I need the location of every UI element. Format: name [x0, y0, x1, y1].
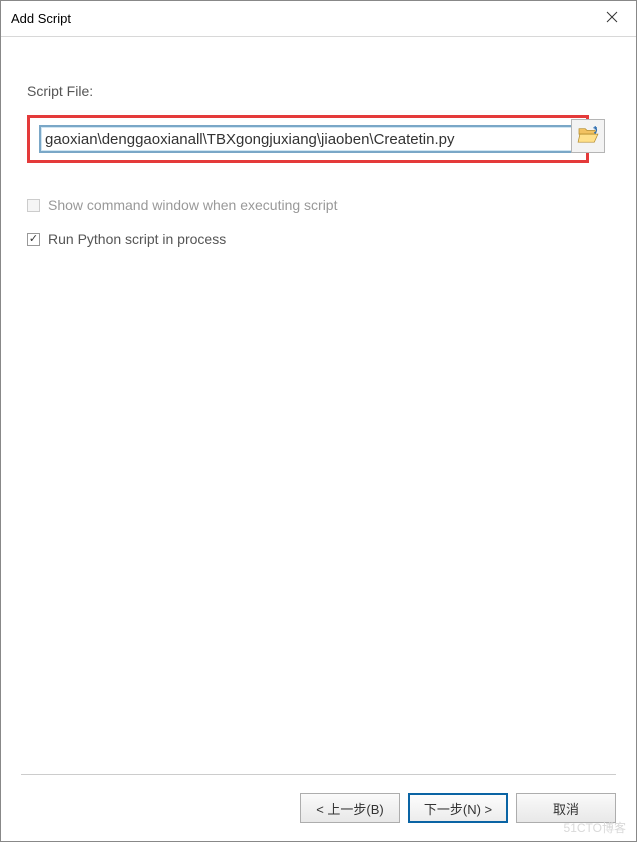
button-bar: < 上一步(B) 下一步(N) > 取消	[21, 774, 616, 841]
show-command-checkbox-row: Show command window when executing scrip…	[27, 197, 610, 213]
close-button[interactable]	[588, 1, 636, 37]
run-in-process-checkbox[interactable]	[27, 233, 40, 246]
close-icon	[606, 11, 618, 26]
show-command-checkbox	[27, 199, 40, 212]
dialog-content: Script File: Show command window when ex…	[1, 37, 636, 247]
show-command-label: Show command window when executing scrip…	[48, 197, 337, 213]
cancel-button[interactable]: 取消	[516, 793, 616, 823]
options-group: Show command window when executing scrip…	[27, 197, 610, 247]
window-title: Add Script	[11, 11, 71, 26]
script-file-highlight	[27, 115, 589, 163]
back-button[interactable]: < 上一步(B)	[300, 793, 400, 823]
next-button[interactable]: 下一步(N) >	[408, 793, 508, 823]
run-in-process-label: Run Python script in process	[48, 231, 226, 247]
titlebar: Add Script	[1, 1, 636, 37]
browse-button[interactable]	[571, 119, 605, 153]
folder-open-icon	[577, 126, 599, 147]
run-in-process-checkbox-row[interactable]: Run Python script in process	[27, 231, 610, 247]
script-file-label: Script File:	[27, 83, 610, 99]
script-file-input[interactable]	[40, 126, 576, 152]
